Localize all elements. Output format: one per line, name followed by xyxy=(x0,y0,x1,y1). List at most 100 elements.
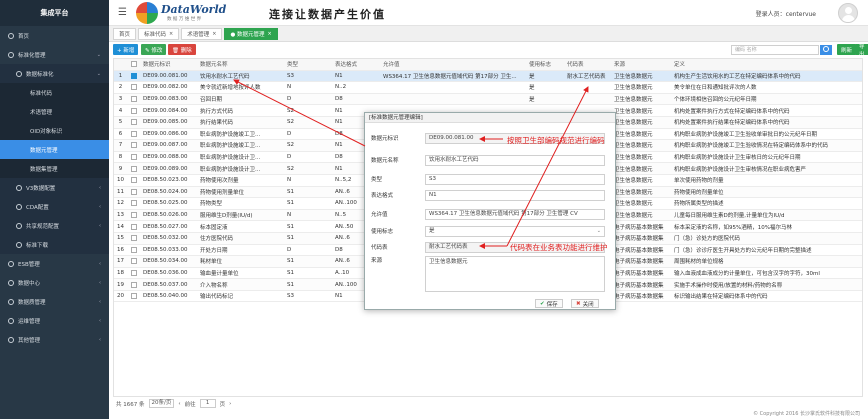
row-checkbox[interactable] xyxy=(130,130,137,137)
sidebar-item-5[interactable]: OID对象标识 xyxy=(0,121,109,140)
close-icon[interactable]: × xyxy=(169,31,173,37)
menu-toggle-icon[interactable]: ☰ xyxy=(118,7,127,18)
sidebar-item-4[interactable]: 术语管理 xyxy=(0,102,109,121)
row-checkbox[interactable] xyxy=(130,269,137,276)
row-checkbox[interactable] xyxy=(130,200,137,207)
tab-2[interactable]: 术语管理 × xyxy=(181,27,223,40)
close-icon[interactable]: × xyxy=(268,31,272,37)
search-icon[interactable] xyxy=(820,45,832,55)
row-checkbox[interactable] xyxy=(130,212,137,219)
row-checkbox[interactable] xyxy=(130,258,137,265)
sidebar-item-14[interactable]: 数据质管理 ‹ xyxy=(0,292,109,311)
close-icon[interactable]: × xyxy=(212,31,216,37)
sidebar-item-10[interactable]: 共享规范配置 ‹ xyxy=(0,216,109,235)
row-checkbox-cell[interactable] xyxy=(127,281,140,288)
tab-1[interactable]: 标准代码 × xyxy=(138,27,180,40)
row-checkbox[interactable] xyxy=(130,84,137,91)
row-checkbox-cell[interactable] xyxy=(127,200,140,207)
sidebar-item-16[interactable]: 其他管理 ‹ xyxy=(0,330,109,349)
table-cell: 职业病防护设施竣工卫... xyxy=(200,143,261,150)
row-checkbox-cell[interactable] xyxy=(127,72,140,79)
sidebar-item-3[interactable]: 标准代码 xyxy=(0,83,109,102)
row-checkbox-cell[interactable] xyxy=(127,96,140,103)
table-cell: 电子病历基本数据集 xyxy=(614,247,664,254)
save-button[interactable]: ✔ 保存 xyxy=(535,299,563,308)
row-checkbox[interactable] xyxy=(130,246,137,253)
row-checkbox-cell[interactable] xyxy=(127,142,140,149)
row-checkbox[interactable] xyxy=(130,165,137,172)
column-header: 定义 xyxy=(674,62,686,69)
row-checkbox-cell[interactable] xyxy=(127,154,140,161)
field-input[interactable]: 是 ⌄ xyxy=(425,225,605,237)
sidebar-item-label: 数据元管理 xyxy=(30,147,58,154)
page-input[interactable]: 1 xyxy=(199,399,216,408)
row-checkbox[interactable] xyxy=(130,223,137,230)
row-checkbox[interactable] xyxy=(130,293,137,300)
row-checkbox-cell[interactable] xyxy=(127,130,140,137)
row-checkbox-cell[interactable] xyxy=(127,177,140,184)
row-checkbox-cell[interactable] xyxy=(127,258,140,265)
tab-0[interactable]: 首页 xyxy=(113,27,137,40)
row-checkbox-cell[interactable] xyxy=(127,223,140,230)
table-cell: 单次使用药物的剂量 xyxy=(674,178,724,185)
table-cell: D xyxy=(287,154,292,161)
page-size-select[interactable]: 20条/页 xyxy=(148,399,175,408)
row-checkbox[interactable] xyxy=(130,281,137,288)
table-cell: 电子病历基本数据集 xyxy=(614,259,664,266)
sidebar-item-0[interactable]: 首页 xyxy=(0,26,109,45)
row-checkbox[interactable] xyxy=(130,72,137,79)
row-checkbox-cell[interactable] xyxy=(127,246,140,253)
sidebar-item-8[interactable]: V3数据配置 ‹ xyxy=(0,178,109,197)
row-checkbox-cell[interactable] xyxy=(127,235,140,242)
field-input[interactable]: 饮用水耐水工艺代码 xyxy=(425,154,605,166)
sidebar-item-11[interactable]: 标准下载 xyxy=(0,235,109,254)
row-checkbox-cell[interactable] xyxy=(127,84,140,91)
sidebar-item-9[interactable]: CDA配置 ‹ xyxy=(0,197,109,216)
sidebar-item-6[interactable]: 数据元管理 xyxy=(0,140,109,159)
next-page-button[interactable]: › xyxy=(229,401,231,407)
row-checkbox-cell[interactable] xyxy=(127,165,140,172)
row-checkbox[interactable] xyxy=(130,142,137,149)
row-checkbox-cell[interactable] xyxy=(127,212,140,219)
field-input[interactable]: WS364.17 卫生信息数据元值域代码 第17部分 卫生管理 CV xyxy=(425,208,605,220)
row-checkbox[interactable] xyxy=(130,177,137,184)
delete-button[interactable]: 🗑 删除 xyxy=(168,44,196,55)
table-row[interactable]: 2 DE09.00.082.00 美令就近新增地按评人数 N N..2 是 卫生信息数据元 美… xyxy=(114,82,862,94)
row-checkbox-cell[interactable] xyxy=(127,119,140,126)
row-checkbox-cell[interactable] xyxy=(127,188,140,195)
close-button[interactable]: ✖ 关闭 xyxy=(571,299,599,308)
field-input[interactable]: S3 xyxy=(425,173,605,185)
add-button[interactable]: + 新增 xyxy=(113,44,139,55)
row-checkbox-cell[interactable] xyxy=(127,269,140,276)
column-header[interactable] xyxy=(127,61,140,68)
sidebar-item-13[interactable]: 数据中心 ‹ xyxy=(0,273,109,292)
chevron-down-icon[interactable]: ⌄ xyxy=(597,227,601,236)
copyright: © Copyright 2016 长沙掌氏软件科技有限公司 xyxy=(753,411,860,417)
row-checkbox-cell[interactable] xyxy=(127,293,140,300)
export-button[interactable]: 导出 xyxy=(855,44,868,58)
table-row[interactable]: 3 DE09.00.083.00 召回日期 D D8 是 卫生信息数据元 个体环境相信召回的公… xyxy=(114,93,862,106)
field-input[interactable]: N1 xyxy=(425,189,605,201)
sidebar-item-7[interactable]: 数据集管理 xyxy=(0,159,109,178)
row-checkbox[interactable] xyxy=(130,188,137,195)
sidebar-item-1[interactable]: 标准化管理 ⌄ xyxy=(0,45,109,64)
tab-3[interactable]: ● 数据元管理 × xyxy=(224,27,278,40)
refresh-button[interactable]: 刷新 xyxy=(837,44,857,55)
select-all-checkbox[interactable] xyxy=(130,61,137,68)
row-checkbox[interactable] xyxy=(130,107,137,114)
row-checkbox[interactable] xyxy=(130,235,137,242)
edit-button[interactable]: ✎ 修改 xyxy=(141,44,167,55)
table-cell: S1 xyxy=(287,188,294,195)
sidebar-item-2[interactable]: 数据标准化 ⌄ xyxy=(0,64,109,83)
row-checkbox-cell[interactable] xyxy=(127,107,140,114)
sidebar-item-12[interactable]: ESB管理 ‹ xyxy=(0,254,109,273)
table-row[interactable]: 1 DE09.00.081.00 饮用水耐水工艺代码 S3 N1 WS364.17 卫生信… xyxy=(114,70,862,83)
sidebar-item-15[interactable]: 运维管理 ‹ xyxy=(0,311,109,330)
field-input[interactable]: 卫生信息数据元 xyxy=(425,256,605,292)
search-input[interactable]: 编码 名称 xyxy=(731,45,819,55)
row-checkbox[interactable] xyxy=(130,154,137,161)
row-checkbox[interactable] xyxy=(130,96,137,103)
row-checkbox[interactable] xyxy=(130,119,137,126)
prev-page-button[interactable]: ‹ xyxy=(178,401,180,407)
user-avatar[interactable] xyxy=(838,3,858,23)
